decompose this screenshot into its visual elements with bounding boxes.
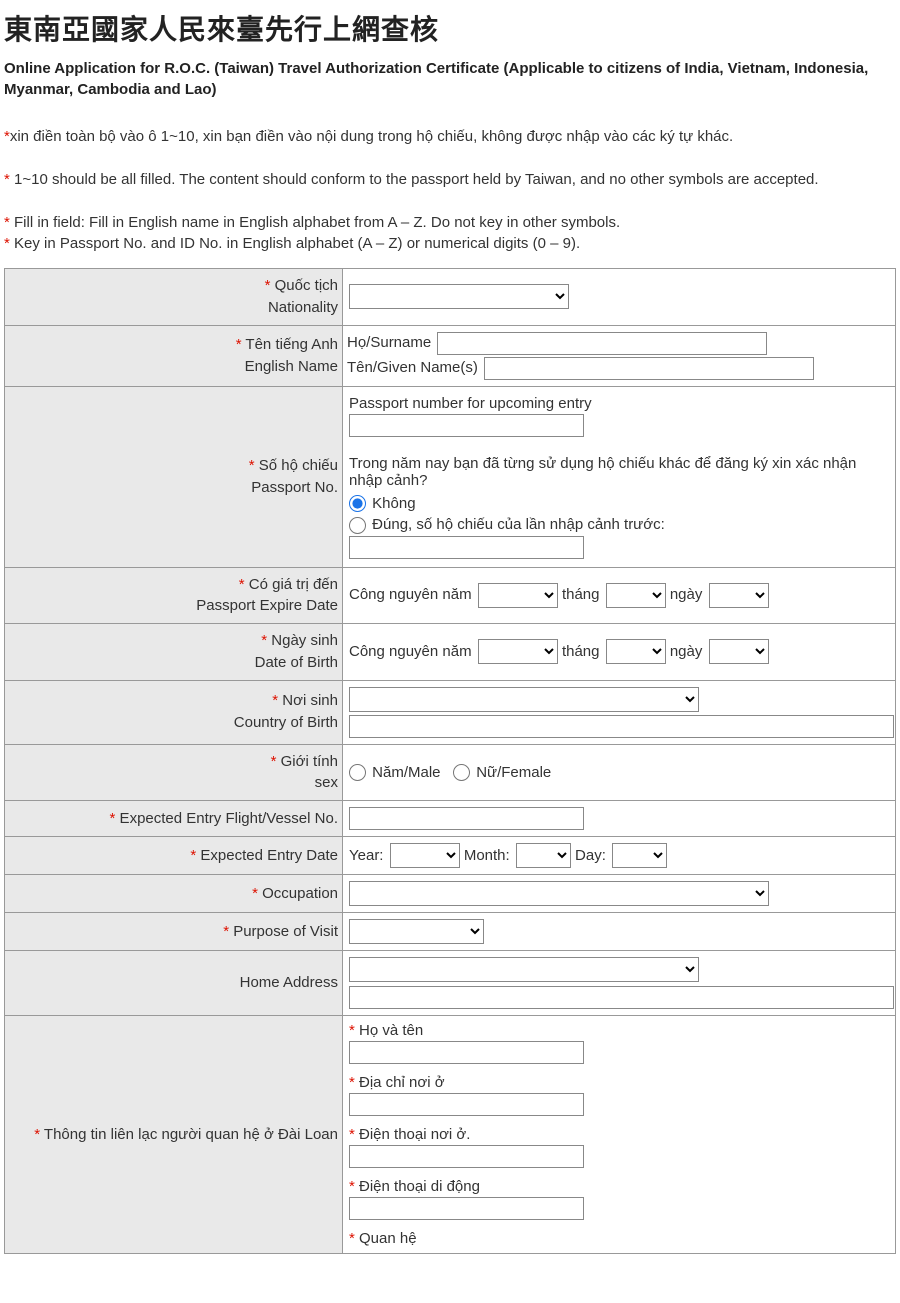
contact-tel-home-input[interactable] xyxy=(349,1145,584,1168)
contact-address-label: Địa chỉ nơi ở xyxy=(355,1074,445,1091)
application-form: * Quốc tịch Nationality * Tên tiếng Anh … xyxy=(4,268,896,1254)
home-address-input[interactable] xyxy=(349,986,894,1009)
entry-month-select[interactable] xyxy=(516,843,571,868)
contact-tel-mobile-input[interactable] xyxy=(349,1197,584,1220)
cob-input[interactable] xyxy=(349,715,894,738)
dob-month-select[interactable] xyxy=(606,639,666,664)
passport-previous-input[interactable] xyxy=(349,536,584,559)
entry-year-select[interactable] xyxy=(390,843,460,868)
sex-female-label: Nữ/Female xyxy=(476,764,551,781)
passport-upcoming-input[interactable] xyxy=(349,414,584,437)
dob-day-select[interactable] xyxy=(709,639,769,664)
sex-female-radio[interactable] xyxy=(453,764,470,781)
given-name-label: Tên/Given Name(s) xyxy=(347,359,478,376)
instruction-2: 1~10 should be all filled. The content s… xyxy=(10,171,819,188)
passport-other-yes-label: Đúng, số hộ chiếu của lần nhập cảnh trướ… xyxy=(372,516,665,533)
flight-label: * Expected Entry Flight/Vessel No. xyxy=(5,801,343,837)
expire-day-select[interactable] xyxy=(709,583,769,608)
sex-male-radio[interactable] xyxy=(349,764,366,781)
contact-taiwan-label: * Thông tin liên lạc người quan hệ ở Đài… xyxy=(5,1016,343,1254)
expire-month-select[interactable] xyxy=(606,583,666,608)
occupation-select[interactable] xyxy=(349,881,769,906)
dob-label: * Ngày sinh Date of Birth xyxy=(5,624,343,681)
surname-label: Họ/Surname xyxy=(347,334,431,351)
nationality-select[interactable] xyxy=(349,284,569,309)
contact-name-label: Họ và tên xyxy=(355,1022,423,1039)
flight-input[interactable] xyxy=(349,807,584,830)
passport-other-yes-radio[interactable] xyxy=(349,517,366,534)
given-name-input[interactable] xyxy=(484,357,814,380)
dob-year-select[interactable] xyxy=(478,639,558,664)
contact-relation-label: Quan hệ xyxy=(355,1230,417,1247)
home-address-select[interactable] xyxy=(349,957,699,982)
expire-label: * Có giá trị đến Passport Expire Date xyxy=(5,567,343,624)
entry-date-label: * Expected Entry Date xyxy=(5,837,343,875)
passport-other-no-label: Không xyxy=(372,495,415,512)
surname-input[interactable] xyxy=(437,332,767,355)
purpose-label: * Purpose of Visit xyxy=(5,913,343,951)
purpose-select[interactable] xyxy=(349,919,484,944)
instruction-1: xin điền toàn bộ vào ô 1~10, xin bạn điề… xyxy=(10,128,733,145)
expire-year-select[interactable] xyxy=(478,583,558,608)
contact-name-input[interactable] xyxy=(349,1041,584,1064)
passport-other-no-radio[interactable] xyxy=(349,495,366,512)
sex-label: * Giới tính sex xyxy=(5,744,343,801)
cob-select[interactable] xyxy=(349,687,699,712)
page-subtitle: Online Application for R.O.C. (Taiwan) T… xyxy=(4,58,896,100)
contact-tel-mobile-label: Điện thoại di động xyxy=(355,1178,480,1195)
instruction-3: Fill in field: Fill in English name in E… xyxy=(10,214,620,231)
entry-day-select[interactable] xyxy=(612,843,667,868)
passport-upcoming-label: Passport number for upcoming entry xyxy=(349,395,889,412)
passport-label: * Số hộ chiếu Passport No. xyxy=(5,386,343,567)
sex-male-label: Năm/Male xyxy=(372,764,440,781)
passport-question: Trong năm nay bạn đã từng sử dụng hộ chi… xyxy=(349,455,889,489)
cob-label: * Nơi sinh Country of Birth xyxy=(5,680,343,744)
home-address-label: Home Address xyxy=(5,951,343,1016)
occupation-label: * Occupation xyxy=(5,875,343,913)
instructions-block: *xin điền toàn bộ vào ô 1~10, xin bạn đi… xyxy=(4,126,896,254)
page-title: 東南亞國家人民來臺先行上網查核 xyxy=(4,8,896,48)
nationality-label: * Quốc tịch Nationality xyxy=(5,269,343,326)
contact-address-input[interactable] xyxy=(349,1093,584,1116)
english-name-label: * Tên tiếng Anh English Name xyxy=(5,325,343,386)
contact-tel-home-label: Điện thoại nơi ở. xyxy=(355,1126,471,1143)
instruction-4: Key in Passport No. and ID No. in Englis… xyxy=(10,235,580,252)
